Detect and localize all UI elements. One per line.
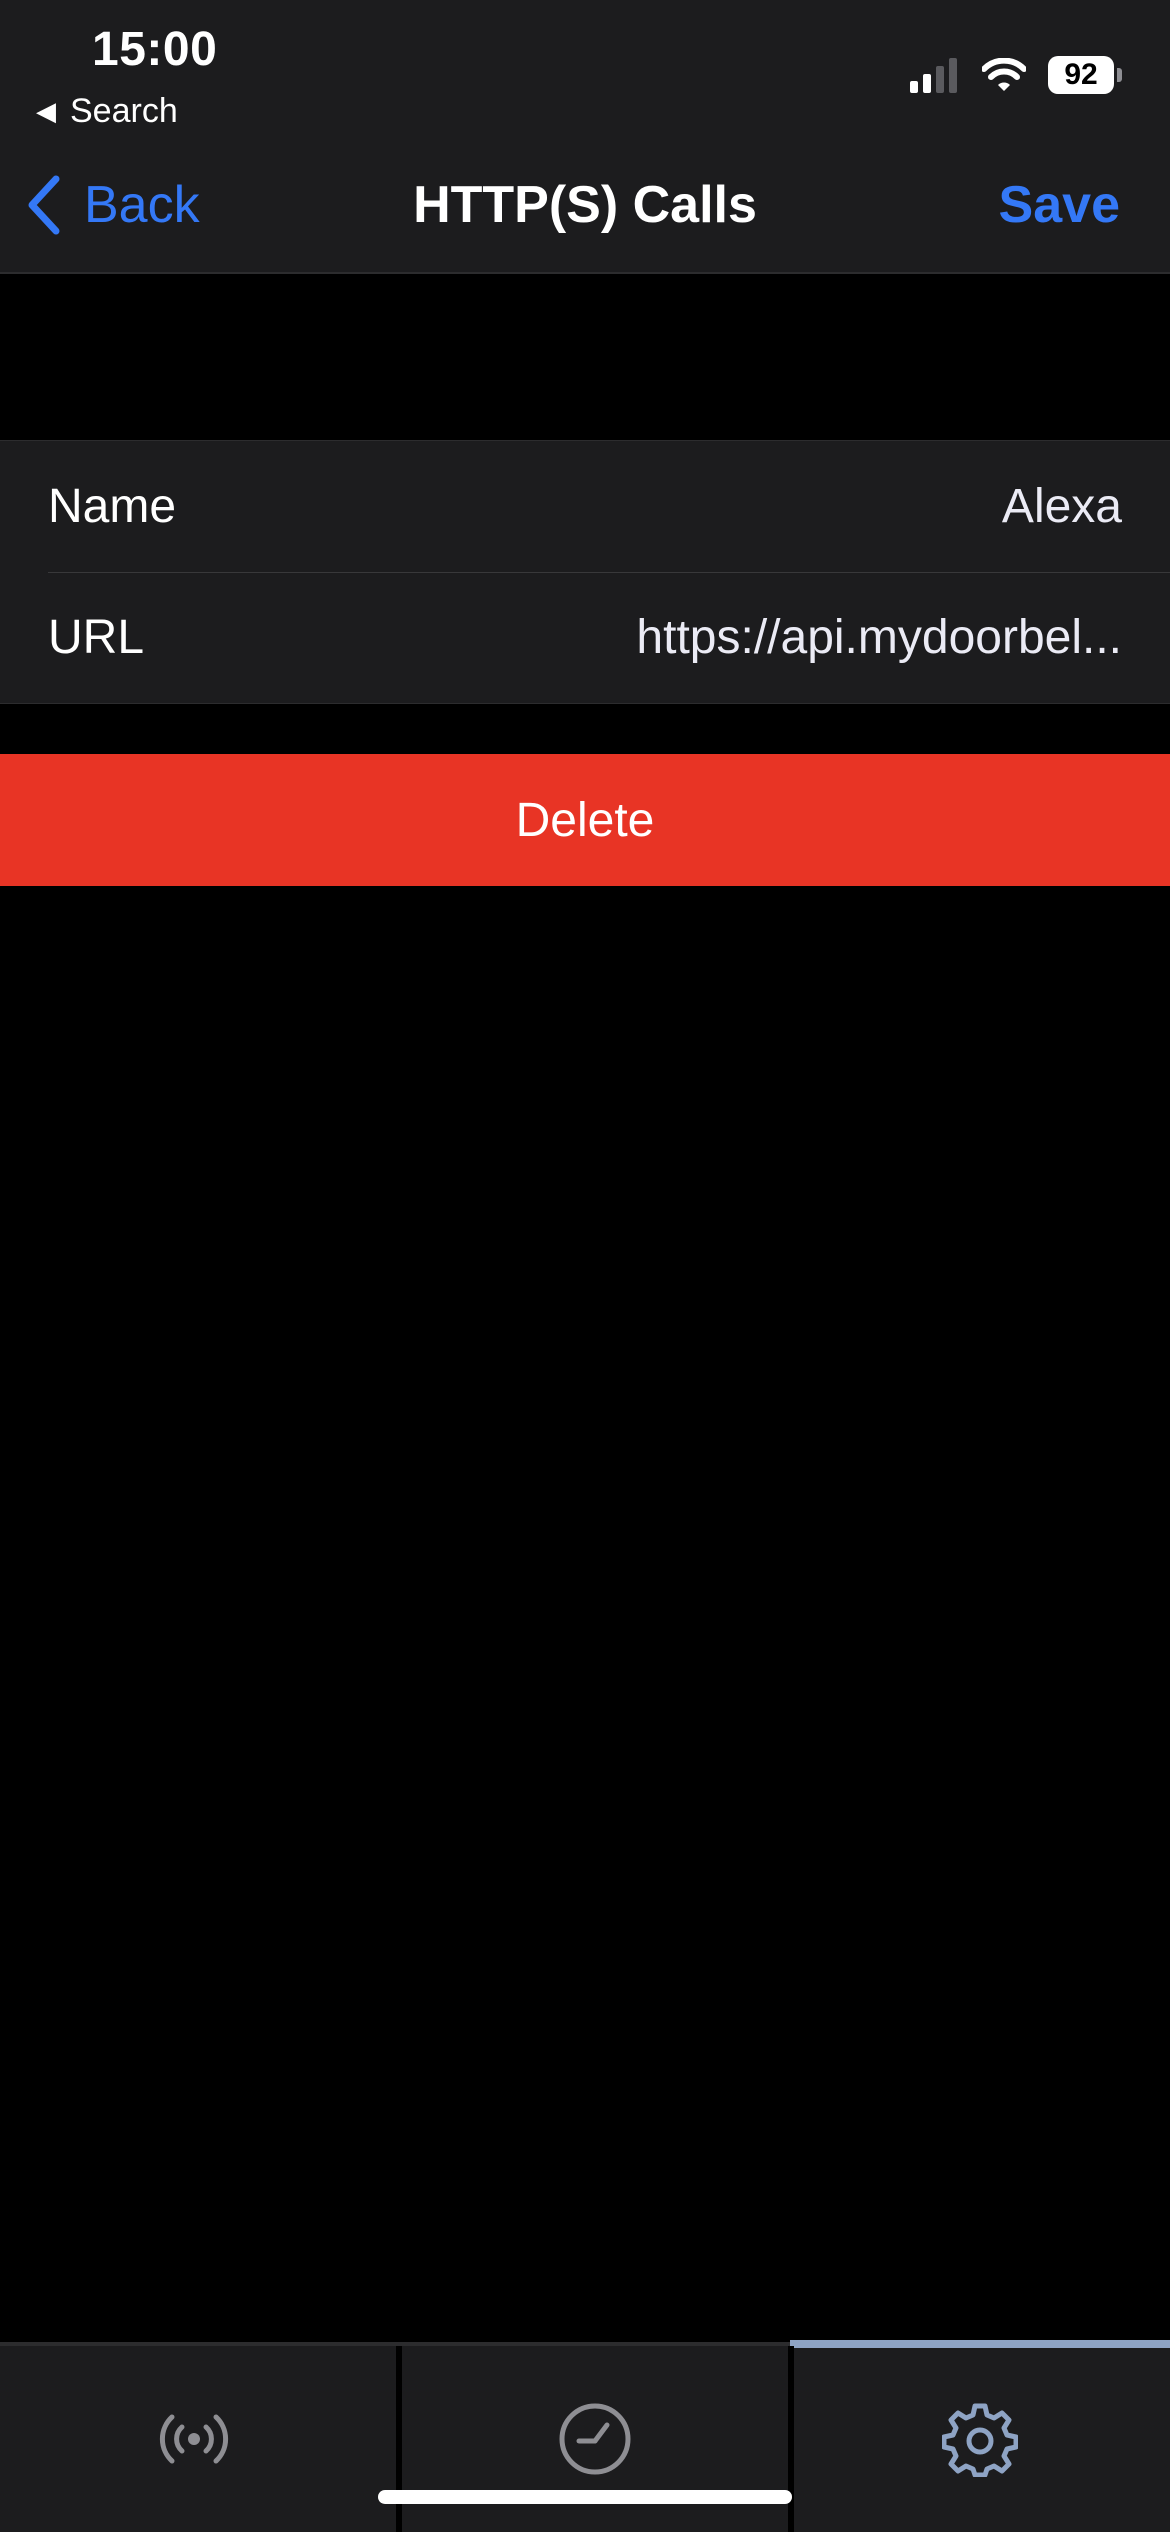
battery-icon: 92 bbox=[1048, 56, 1122, 94]
name-field[interactable]: Name Alexa bbox=[0, 441, 1170, 572]
name-value: Alexa bbox=[1001, 480, 1122, 533]
status-indicators: 92 bbox=[910, 54, 1122, 96]
tab-broadcast[interactable] bbox=[0, 2346, 388, 2532]
home-indicator[interactable] bbox=[378, 2490, 792, 2504]
tab-settings[interactable] bbox=[790, 2346, 1170, 2532]
gear-icon bbox=[942, 2403, 1018, 2477]
clock-icon bbox=[559, 2403, 631, 2475]
url-value: https://api.mydoorbel... bbox=[636, 611, 1122, 664]
form-group: Name Alexa URL https://api.mydoorbel... bbox=[0, 440, 1170, 704]
save-button[interactable]: Save bbox=[999, 170, 1120, 240]
wifi-icon bbox=[982, 58, 1026, 91]
header: 15:00 ◀ Search 92 Back HTTP(S) Calls Sav… bbox=[0, 0, 1170, 274]
url-label: URL bbox=[48, 611, 145, 664]
tab-history[interactable] bbox=[396, 2346, 794, 2532]
battery-level: 92 bbox=[1064, 58, 1098, 91]
cellular-signal-icon bbox=[910, 57, 962, 93]
broadcast-icon bbox=[159, 2414, 229, 2464]
back-triangle-icon: ◀ bbox=[36, 96, 56, 126]
name-label: Name bbox=[48, 480, 177, 533]
status-time: 15:00 bbox=[92, 23, 218, 76]
url-field[interactable]: URL https://api.mydoorbel... bbox=[0, 572, 1170, 703]
page-title: HTTP(S) Calls bbox=[413, 176, 757, 234]
status-back-to-search[interactable]: ◀ Search bbox=[36, 92, 178, 131]
delete-button[interactable]: Delete bbox=[0, 754, 1170, 886]
status-back-label: Search bbox=[70, 92, 178, 130]
